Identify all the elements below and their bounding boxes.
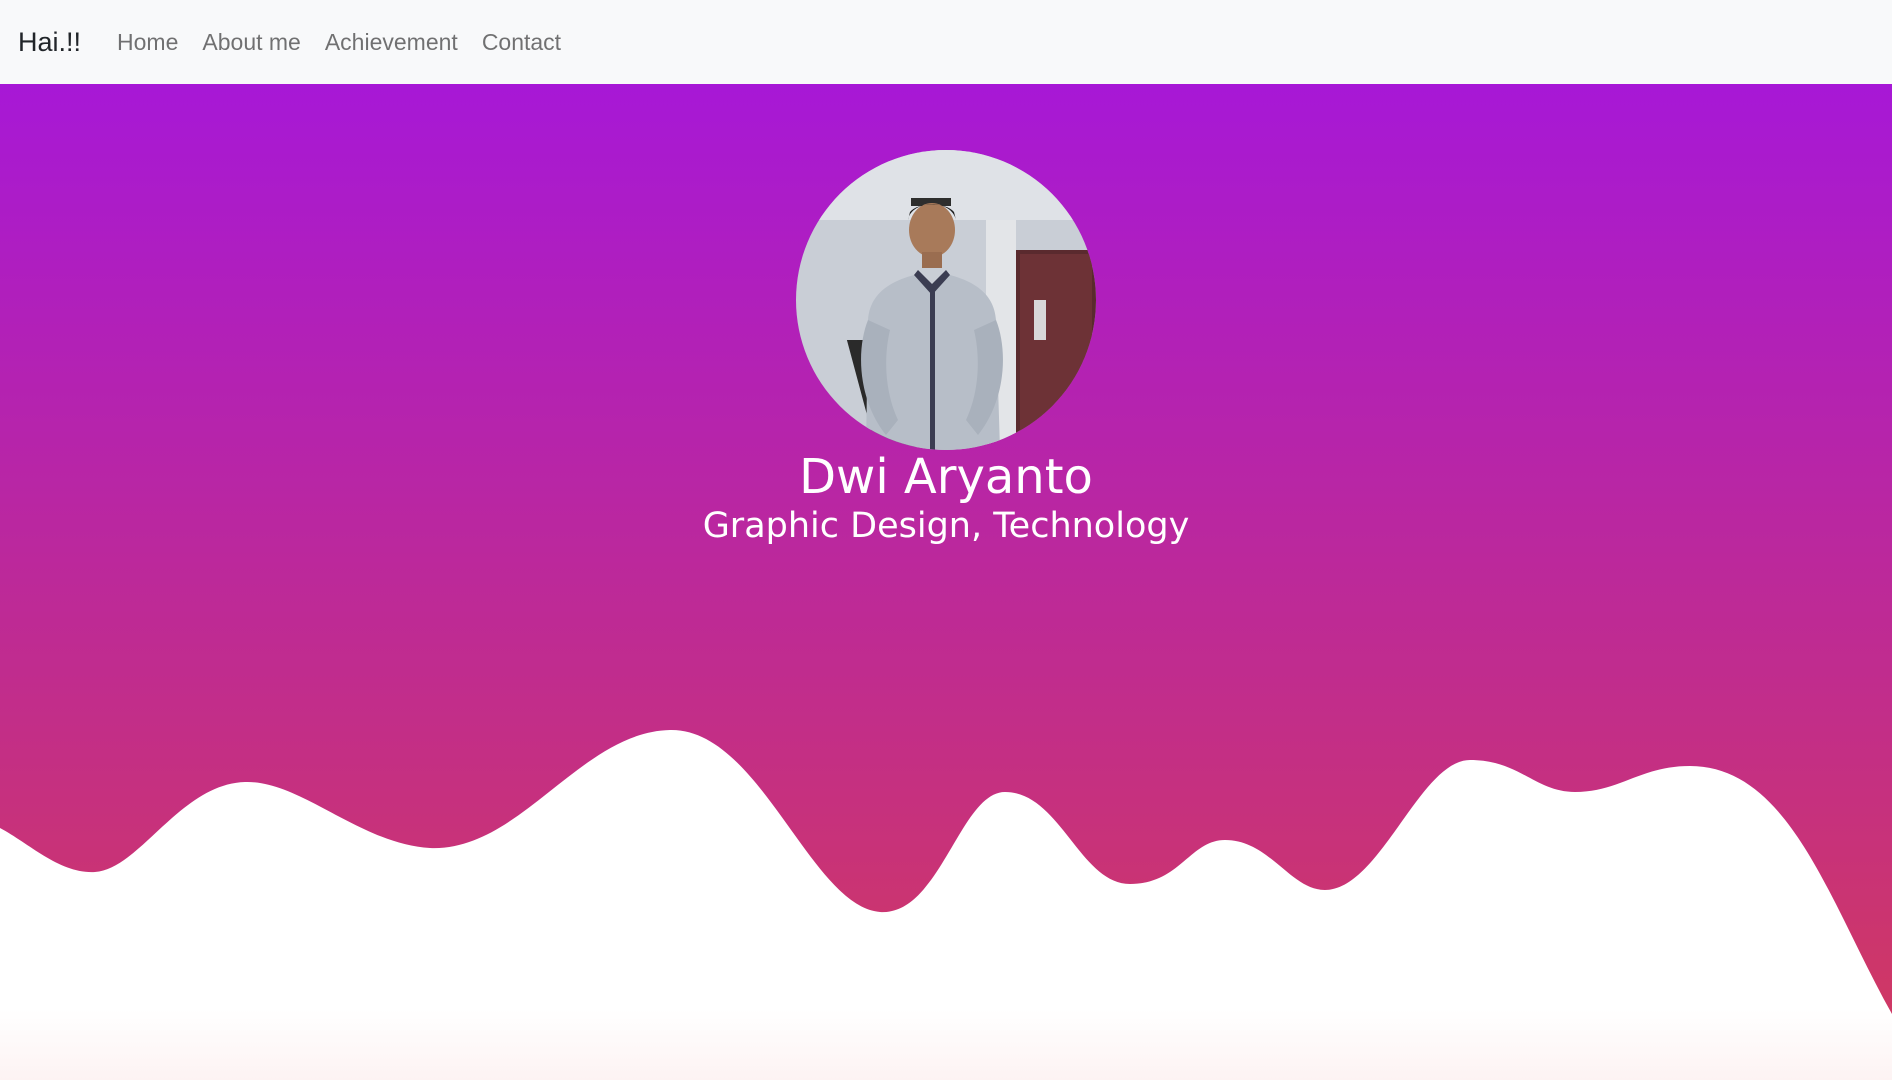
navbar: Hai.!! Home About me Achievement Contact (0, 0, 1892, 84)
hero-tagline: Graphic Design, Technology (702, 506, 1190, 546)
hero-section: Dwi Aryanto Graphic Design, Technology (0, 84, 1892, 1080)
hero-name: Dwi Aryanto (799, 449, 1093, 505)
navbar-brand[interactable]: Hai.!! (18, 27, 81, 58)
profile-photo-icon (796, 150, 1096, 450)
avatar (796, 150, 1096, 450)
nav-achievement[interactable]: Achievement (325, 29, 458, 56)
nav-contact[interactable]: Contact (482, 29, 561, 56)
nav-home[interactable]: Home (117, 29, 178, 56)
nav-about-me[interactable]: About me (202, 29, 300, 56)
